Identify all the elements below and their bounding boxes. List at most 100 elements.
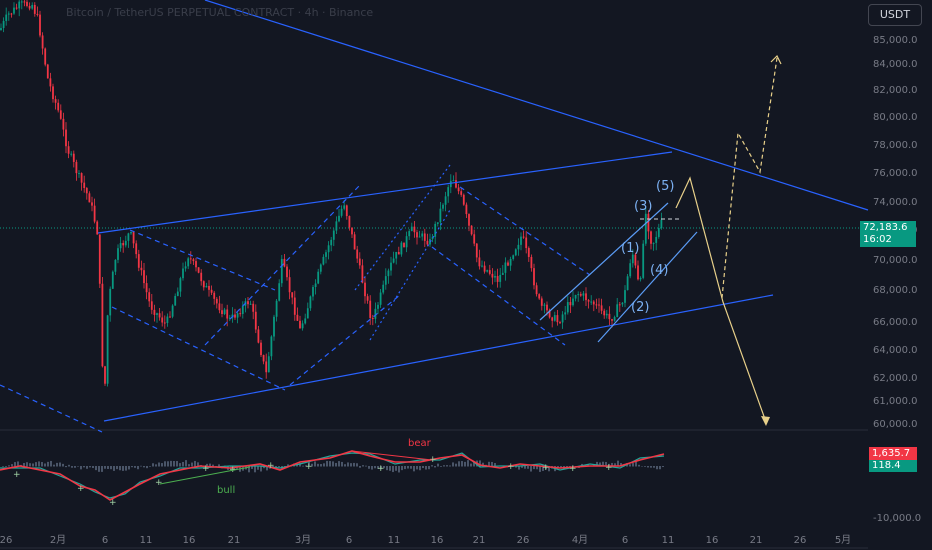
candle-body: [473, 234, 476, 244]
candle-body: [436, 222, 439, 224]
candle-body: [392, 258, 395, 263]
osc-histogram-bar: [8, 465, 10, 467]
bear-divergence-line: [351, 450, 433, 461]
candle-body: [221, 310, 223, 315]
candle-body: [319, 264, 322, 272]
candle-body: [304, 318, 307, 324]
candle-body: [371, 317, 374, 319]
candle-body: [585, 293, 587, 301]
candle-body: [483, 265, 486, 272]
osc-histogram-bar: [446, 465, 448, 467]
currency-selector[interactable]: USDT: [868, 4, 922, 26]
osc-histogram-bar: [44, 463, 46, 467]
candle-body: [23, 1, 26, 3]
candle-body: [5, 14, 8, 21]
price-axis-tick: 61,000.0: [873, 396, 918, 407]
candle-body: [101, 283, 104, 367]
osc-histogram-bar: [632, 463, 634, 467]
candle-body: [267, 356, 270, 373]
candle-body: [309, 296, 312, 309]
candle-body: [124, 240, 127, 246]
candle-body: [150, 301, 153, 310]
candle-body: [296, 314, 299, 321]
candle-body: [7, 13, 10, 15]
candle-body: [98, 234, 101, 284]
candle-body: [93, 205, 96, 222]
candle-body: [603, 310, 606, 316]
osc-histogram-bar: [338, 461, 340, 467]
dashed-channel-2-upper[interactable]: [204, 184, 361, 346]
cross-marker: +: [77, 484, 85, 494]
osc-histogram-bar: [335, 462, 337, 467]
candle-body: [265, 361, 268, 373]
dashed-channel-1-upper[interactable]: [129, 229, 276, 291]
candle-body: [486, 270, 489, 272]
candle-body: [283, 258, 286, 267]
osc-histogram-bar: [350, 463, 352, 467]
wedge-lower-line[interactable]: [597, 231, 698, 343]
bearish-projection-path[interactable]: [675, 176, 767, 423]
candle-body: [488, 270, 491, 274]
dotted-channel-3-lower[interactable]: [369, 209, 451, 341]
osc-histogram-bar: [422, 466, 424, 469]
wave-label-4: (4): [650, 263, 668, 278]
time-axis-label: 11: [662, 535, 675, 546]
candle-body: [418, 236, 421, 238]
osc-histogram-bar: [191, 462, 193, 467]
candle-body: [361, 265, 364, 283]
osc-histogram-bar: [74, 466, 76, 468]
osc-histogram-bar: [155, 464, 157, 467]
candle-body: [608, 313, 611, 320]
osc-histogram-bar: [656, 466, 658, 470]
candle-body: [312, 287, 314, 297]
candle-body: [169, 316, 171, 318]
bearish-projection-arrowhead: [761, 416, 770, 426]
candle-body: [616, 304, 619, 318]
osc-histogram-bar: [140, 465, 142, 467]
candle-body: [452, 180, 455, 182]
candle-body: [85, 188, 88, 194]
candle-body: [338, 215, 340, 222]
candle-body: [499, 274, 502, 282]
candle-body: [143, 270, 145, 284]
candle-body: [522, 236, 525, 238]
osc-histogram-bar: [389, 466, 391, 471]
dashed-channel-2-lower[interactable]: [289, 294, 401, 386]
candle-body: [41, 35, 44, 49]
candle-body: [184, 266, 187, 269]
channel-lower-line[interactable]: [103, 294, 774, 422]
price-axis-tick: 70,000.0: [873, 255, 918, 266]
candle-body: [491, 273, 494, 278]
osc-histogram-bar: [431, 465, 433, 467]
candle-body: [442, 204, 444, 209]
candle-body: [301, 323, 304, 329]
dashed-channel-4-lower[interactable]: [431, 246, 566, 346]
candle-body: [67, 146, 70, 154]
candles-group: [0, 0, 663, 387]
candle-body: [582, 293, 585, 296]
osc-histogram-bar: [347, 462, 349, 467]
candle-body: [595, 304, 598, 306]
time-axis-label: 6: [102, 535, 108, 546]
channel-upper-line[interactable]: [97, 151, 673, 234]
osc-histogram-bar: [77, 466, 79, 467]
candle-body: [496, 275, 499, 282]
price-axis-tick: 64,000.0: [873, 345, 918, 356]
candle-body: [52, 86, 54, 100]
osc-histogram-bar: [644, 466, 646, 467]
lower-dashed-line[interactable]: [0, 384, 103, 433]
price-axis-tick: 85,000.0: [873, 35, 918, 46]
candle-body: [241, 305, 244, 314]
dashed-channel-1-lower[interactable]: [111, 306, 286, 391]
price-axis-tick: 60,000.0: [873, 419, 918, 430]
osc-histogram-bar: [50, 460, 52, 467]
osc-histogram-bar: [29, 463, 31, 467]
candle-body: [478, 257, 481, 267]
osc-histogram-bar: [353, 462, 355, 467]
price-chart[interactable]: ++++++++++++++ (1) (2) (3) (4) (5) bear …: [0, 0, 932, 550]
candle-body: [202, 281, 205, 288]
osc-histogram-bar: [401, 466, 403, 471]
candle-body: [462, 194, 465, 205]
descending-trendline[interactable]: [204, 0, 869, 211]
candle-body: [109, 288, 112, 316]
